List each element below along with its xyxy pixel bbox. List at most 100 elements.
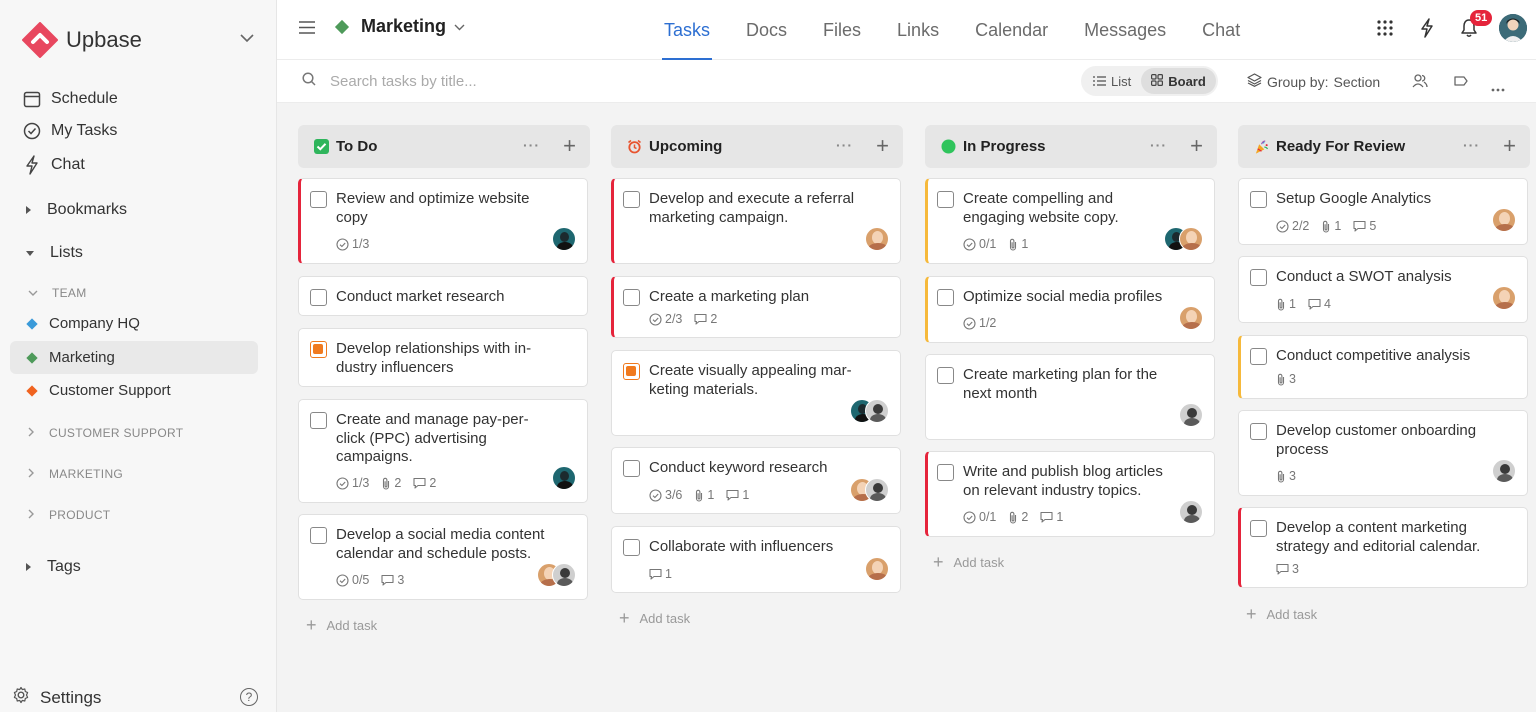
assignees — [1179, 306, 1203, 330]
add-task-button[interactable]: + Add task — [306, 615, 377, 636]
task-title: Write and publish blog articles on relev… — [963, 463, 1163, 499]
task-checkbox[interactable] — [937, 191, 954, 208]
task-checkbox[interactable] — [310, 527, 327, 544]
comment-icon — [1040, 511, 1053, 523]
attachments-count: 3 — [1276, 372, 1296, 386]
task-card[interactable]: Develop and execute a referral marketing… — [611, 178, 901, 264]
task-card[interactable]: Develop relationships with in-dustry inf… — [298, 328, 588, 387]
search-input[interactable] — [330, 73, 630, 90]
task-checkbox[interactable] — [1250, 269, 1267, 286]
chevron-right-icon — [28, 467, 35, 481]
sidebar-item-chat[interactable]: Chat — [22, 153, 85, 177]
sidebar-item-schedule[interactable]: Schedule — [22, 87, 118, 111]
apps-grid-icon[interactable] — [1364, 8, 1406, 48]
tab-calendar[interactable]: Calendar — [973, 0, 1050, 60]
tab-links[interactable]: Links — [895, 0, 941, 60]
add-task-button[interactable]: + Add task — [933, 552, 1004, 573]
task-meta: 1 4 — [1276, 297, 1343, 311]
subtasks-count: 1/2 — [963, 316, 996, 330]
members-icon[interactable] — [1412, 73, 1428, 94]
caret-down-icon — [26, 250, 34, 256]
task-card[interactable]: Conduct a SWOT analysis 1 4 — [1238, 256, 1528, 323]
group-product[interactable]: PRODUCT — [28, 505, 110, 525]
tab-files[interactable]: Files — [821, 0, 863, 60]
task-card[interactable]: Develop a content marketing strategy and… — [1238, 507, 1528, 588]
task-checkbox[interactable] — [937, 464, 954, 481]
group-customer-support[interactable]: CUSTOMER SUPPORT — [28, 423, 183, 443]
task-card[interactable]: Conduct market research — [298, 276, 588, 316]
task-checkbox[interactable] — [310, 412, 327, 429]
add-task-button[interactable]: + Add task — [619, 608, 690, 629]
list-view-button[interactable]: List — [1083, 68, 1141, 94]
task-card[interactable]: Setup Google Analytics 2/2 1 5 — [1238, 178, 1528, 245]
project-marketing[interactable]: Marketing — [10, 341, 258, 374]
task-checkbox[interactable] — [623, 460, 640, 477]
column-more-icon[interactable]: ··· — [1463, 137, 1480, 153]
column-more-icon[interactable]: ··· — [1150, 137, 1167, 153]
task-card[interactable]: Develop customer onboarding process 3 — [1238, 410, 1528, 496]
comment-icon — [1276, 563, 1289, 575]
task-checkbox[interactable] — [310, 341, 327, 358]
task-card[interactable]: Create visually appealing mar-keting mat… — [611, 350, 901, 436]
task-card[interactable]: Create compelling and engaging website c… — [925, 178, 1215, 264]
task-checkbox[interactable] — [310, 289, 327, 306]
sidebar-section-bookmarks[interactable]: Bookmarks — [26, 198, 127, 222]
workspace-chevron-down-icon[interactable] — [240, 30, 254, 48]
column-add-icon[interactable]: + — [876, 133, 889, 159]
sidebar-section-tags[interactable]: Tags — [26, 555, 81, 579]
task-checkbox[interactable] — [1250, 423, 1267, 440]
task-checkbox[interactable] — [623, 289, 640, 306]
check-circle-icon — [336, 476, 349, 490]
more-options-icon[interactable] — [1491, 79, 1505, 97]
group-team[interactable]: TEAM — [28, 283, 87, 303]
task-card[interactable]: Review and optimize website copy 1/3 — [298, 178, 588, 264]
task-checkbox[interactable] — [1250, 191, 1267, 208]
task-card[interactable]: Create marketing plan for the next month — [925, 354, 1215, 440]
menu-icon[interactable] — [299, 21, 315, 39]
lightning-icon[interactable] — [1406, 8, 1448, 48]
brand[interactable]: Upbase — [22, 20, 142, 60]
task-card[interactable]: Collaborate with influencers 1 — [611, 526, 901, 593]
sidebar-section-lists[interactable]: Lists — [26, 241, 83, 265]
task-card[interactable]: Optimize social media profiles 1/2 — [925, 276, 1215, 343]
task-checkbox[interactable] — [310, 191, 327, 208]
project-company-hq[interactable]: Company HQ — [10, 307, 258, 340]
tag-icon[interactable] — [1453, 73, 1469, 94]
tab-docs[interactable]: Docs — [744, 0, 789, 60]
column-add-icon[interactable]: + — [1503, 133, 1516, 159]
column-add-icon[interactable]: + — [563, 133, 576, 159]
tab-chat[interactable]: Chat — [1200, 0, 1242, 60]
task-checkbox[interactable] — [623, 363, 640, 380]
board-view-button[interactable]: Board — [1141, 68, 1216, 94]
bell-icon[interactable]: 51 — [1448, 8, 1493, 48]
task-card[interactable]: Create and manage pay-per-click (PPC) ad… — [298, 399, 588, 503]
help-icon[interactable]: ? — [240, 688, 258, 706]
task-card[interactable]: Conduct keyword research 3/6 1 1 — [611, 447, 901, 514]
task-checkbox[interactable] — [937, 367, 954, 384]
user-avatar[interactable] — [1490, 8, 1536, 48]
task-card[interactable]: Write and publish blog articles on relev… — [925, 451, 1215, 537]
column-title: In Progress — [963, 138, 1046, 155]
task-checkbox[interactable] — [1250, 520, 1267, 537]
task-checkbox[interactable] — [623, 539, 640, 556]
tab-messages[interactable]: Messages — [1082, 0, 1168, 60]
column-more-icon[interactable]: ··· — [836, 137, 853, 153]
tab-tasks[interactable]: Tasks — [662, 0, 713, 60]
task-checkbox[interactable] — [937, 289, 954, 306]
task-card[interactable]: Create a marketing plan 2/3 2 — [611, 276, 901, 338]
column-add-icon[interactable]: + — [1190, 133, 1203, 159]
task-card[interactable]: Develop a social media content calendar … — [298, 514, 588, 600]
task-checkbox[interactable] — [1250, 348, 1267, 365]
green-check-icon — [314, 139, 329, 154]
group-by-dropdown[interactable]: Group by: Section — [1247, 73, 1380, 90]
task-checkbox[interactable] — [623, 191, 640, 208]
group-marketing[interactable]: MARKETING — [28, 464, 123, 484]
project-switcher[interactable]: Marketing — [334, 16, 465, 37]
column-more-icon[interactable]: ··· — [523, 137, 540, 153]
task-card[interactable]: Conduct competitive analysis 3 — [1238, 335, 1528, 399]
sidebar-item-my-tasks[interactable]: My Tasks — [22, 119, 117, 143]
subtasks-count: 1/3 — [336, 237, 369, 251]
project-customer-support[interactable]: Customer Support — [10, 374, 258, 407]
add-task-button[interactable]: + Add task — [1246, 604, 1317, 625]
settings-button[interactable]: Settings — [12, 686, 101, 709]
